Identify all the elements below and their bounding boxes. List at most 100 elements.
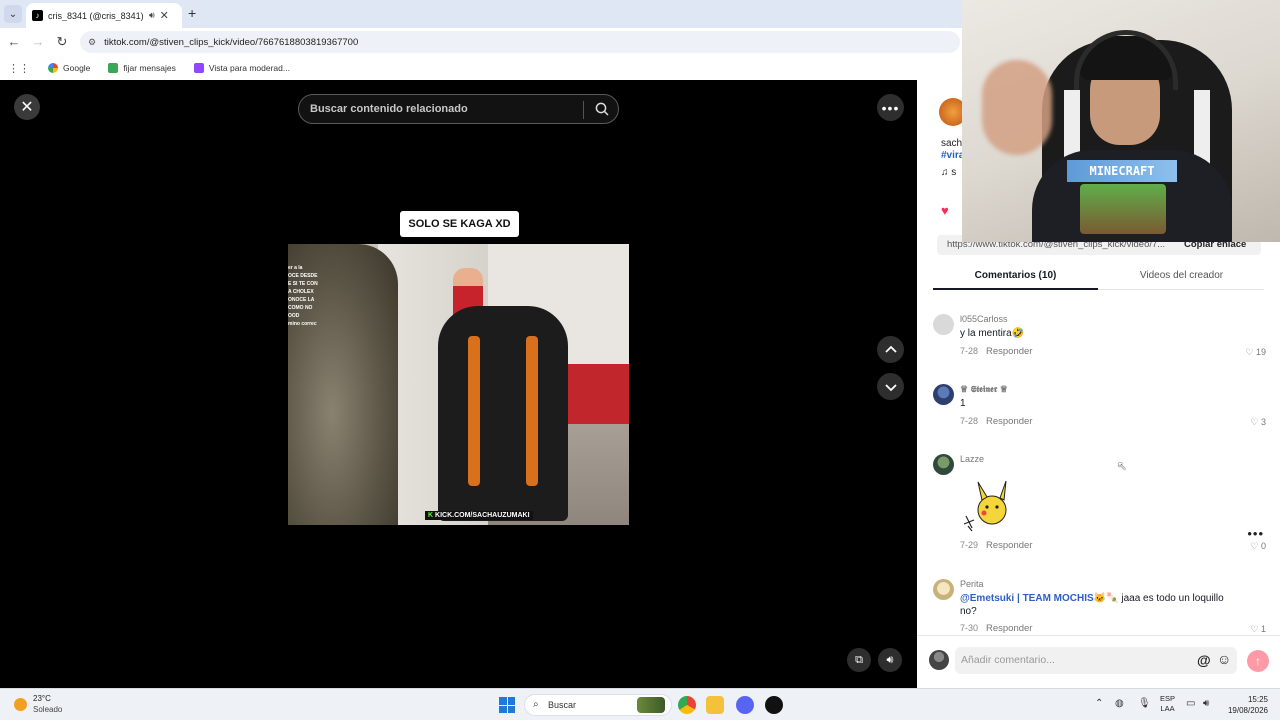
speaker-icon[interactable]: 🔊︎: [149, 10, 155, 21]
volume-icon[interactable]: 🔊︎: [1203, 698, 1209, 709]
like-count: 0: [1260, 541, 1266, 551]
comment-like-button[interactable]: ♡ 0: [1250, 541, 1266, 552]
previous-video-button[interactable]: [877, 336, 904, 363]
heart-outline-icon: ♡: [1250, 541, 1261, 551]
taskbar-search[interactable]: ⌕ Buscar: [524, 694, 672, 716]
bookmark-google[interactable]: Google: [48, 63, 90, 73]
chevron-down-icon: [884, 383, 897, 391]
comment-date: 7-28: [960, 346, 979, 356]
music-label: s: [951, 167, 957, 178]
lang-layout: LAA: [1160, 704, 1175, 713]
reply-button[interactable]: Responder: [986, 416, 1032, 427]
tab-creator-videos[interactable]: Videos del creador: [1099, 270, 1264, 281]
browser-tab[interactable]: ♪ cris_8341 (@cris_8341) | Ti 🔊︎ ✕: [26, 3, 182, 28]
hashtag-link[interactable]: #vira: [941, 150, 964, 161]
search-input[interactable]: Buscar contenido relacionado: [310, 103, 468, 115]
avatar[interactable]: [933, 579, 954, 600]
webcam-hand: [982, 60, 1052, 155]
volume-button[interactable]: 🔊︎: [878, 648, 902, 672]
mention-link[interactable]: @Emetsuki | TEAM MOCHIS🐱🍡: [960, 593, 1119, 604]
like-button[interactable]: ♥: [941, 203, 949, 218]
comment-input[interactable]: Añadir comentario... @ ☺: [955, 647, 1237, 674]
bookmark-vista-moderador[interactable]: Vista para moderad...: [193, 63, 290, 73]
pikachu-sticker: [963, 480, 1007, 532]
reply-button[interactable]: Responder: [986, 540, 1032, 551]
windows-start-button[interactable]: [499, 697, 515, 713]
kick-watermark: K KICK.COM/SACHAUZUMAKI: [425, 511, 533, 520]
reply-button[interactable]: Responder: [986, 346, 1032, 357]
monitor-icon[interactable]: ▭: [1186, 698, 1195, 709]
back-button[interactable]: ←: [6, 34, 22, 49]
language-indicator[interactable]: ESP LAA: [1160, 694, 1175, 714]
like-count: 19: [1255, 347, 1266, 357]
like-count: 3: [1260, 417, 1266, 427]
comment-username[interactable]: ♕ 𝕾𝖙𝖊𝖎𝖓𝖊𝖗 ♕: [960, 384, 1008, 395]
comment-like-button[interactable]: ♡ 1: [1250, 624, 1266, 634]
bookmark-label: fijar mensajes: [123, 63, 176, 73]
chrome-icon[interactable]: [678, 696, 696, 714]
network-status-icon[interactable]: ◍: [1115, 698, 1124, 709]
comment-username[interactable]: l055Carloss: [960, 314, 1008, 324]
avatar[interactable]: [933, 384, 954, 405]
lang-code: ESP: [1160, 694, 1176, 703]
microphone-icon[interactable]: 🎙︎: [1138, 698, 1151, 709]
new-tab-button[interactable]: +: [188, 5, 196, 21]
url-text: tiktok.com/@stiven_clips_kick/video/7667…: [104, 36, 359, 48]
reply-button[interactable]: Responder: [986, 623, 1032, 634]
comment-like-button[interactable]: ♡ 19: [1245, 347, 1266, 358]
chair-stripe: [468, 336, 480, 486]
avatar[interactable]: [933, 454, 954, 475]
comment-placeholder: Añadir comentario...: [961, 654, 1055, 666]
video-player[interactable]: er a la OCE DESDE E SI TE CON A CHOLEX O…: [288, 244, 629, 525]
weather-condition[interactable]: Soleado: [33, 705, 62, 714]
chevron-up-icon: [884, 345, 897, 353]
site-info-icon[interactable]: ⚙: [88, 37, 96, 48]
comment-item: l055Carloss y la mentira🤣 7-28 Responder…: [917, 314, 1280, 364]
comment-like-button[interactable]: ♡ 3: [1250, 417, 1266, 428]
overlay-line: A CHOLEX: [288, 289, 314, 295]
more-options-button[interactable]: •••: [877, 94, 904, 121]
tiktok-icon: ♪: [32, 10, 43, 21]
headphones: [1074, 30, 1178, 90]
comment-username[interactable]: Perita: [960, 579, 984, 589]
floating-player-button[interactable]: ⧉: [847, 648, 871, 672]
clock-time: 15:25: [1247, 695, 1268, 704]
close-icon[interactable]: ✕: [160, 9, 169, 22]
music-note-icon: ♫: [941, 167, 952, 178]
search-icon[interactable]: [594, 101, 610, 117]
weather-temp[interactable]: 23°C: [33, 694, 51, 703]
active-tab-indicator: [933, 288, 1098, 290]
comment-more-button[interactable]: •••: [1247, 526, 1264, 541]
mention-icon[interactable]: @: [1197, 652, 1211, 668]
apps-icon[interactable]: ⋮⋮: [8, 62, 30, 75]
comment-date: 7-28: [960, 416, 979, 426]
send-button[interactable]: ↑: [1247, 650, 1269, 672]
file-explorer-icon[interactable]: [706, 696, 724, 714]
next-video-button[interactable]: [877, 373, 904, 400]
related-search[interactable]: Buscar contenido relacionado: [298, 94, 619, 124]
bookmark-fijar-mensajes[interactable]: fijar mensajes: [108, 63, 176, 73]
music-link[interactable]: ♫ s: [941, 167, 956, 178]
chair-stripe: [526, 336, 538, 486]
obs-icon[interactable]: [765, 696, 783, 714]
speaker-icon: 🔊︎: [886, 653, 894, 666]
sun-icon[interactable]: [14, 698, 27, 711]
overlay-line: COMO NO: [288, 305, 313, 311]
close-video-button[interactable]: ✕: [14, 94, 40, 120]
pin-icon: [108, 63, 119, 73]
tab-comments[interactable]: Comentarios (10): [933, 270, 1098, 281]
address-bar[interactable]: ⚙ tiktok.com/@stiven_clips_kick/video/76…: [80, 31, 960, 53]
reload-button[interactable]: ↻: [54, 34, 70, 50]
tab-search-icon[interactable]: ⌄: [4, 5, 22, 23]
discord-icon[interactable]: [736, 696, 754, 714]
heart-outline-icon: ♡: [1250, 417, 1261, 427]
emoji-icon[interactable]: ☺: [1217, 651, 1231, 667]
heart-icon: ♥: [941, 203, 949, 218]
comment-item: Perita @Emetsuki | TEAM MOCHIS🐱🍡 jaaa es…: [917, 579, 1280, 634]
avatar[interactable]: [933, 314, 954, 335]
clock[interactable]: 15:25 19/08/2026: [1224, 694, 1268, 716]
forward-button[interactable]: →: [30, 34, 46, 49]
comment-username[interactable]: Lazze: [960, 454, 984, 464]
overlay-line: OOD: [288, 313, 300, 319]
chevron-up-icon[interactable]: ⌃: [1095, 698, 1103, 709]
